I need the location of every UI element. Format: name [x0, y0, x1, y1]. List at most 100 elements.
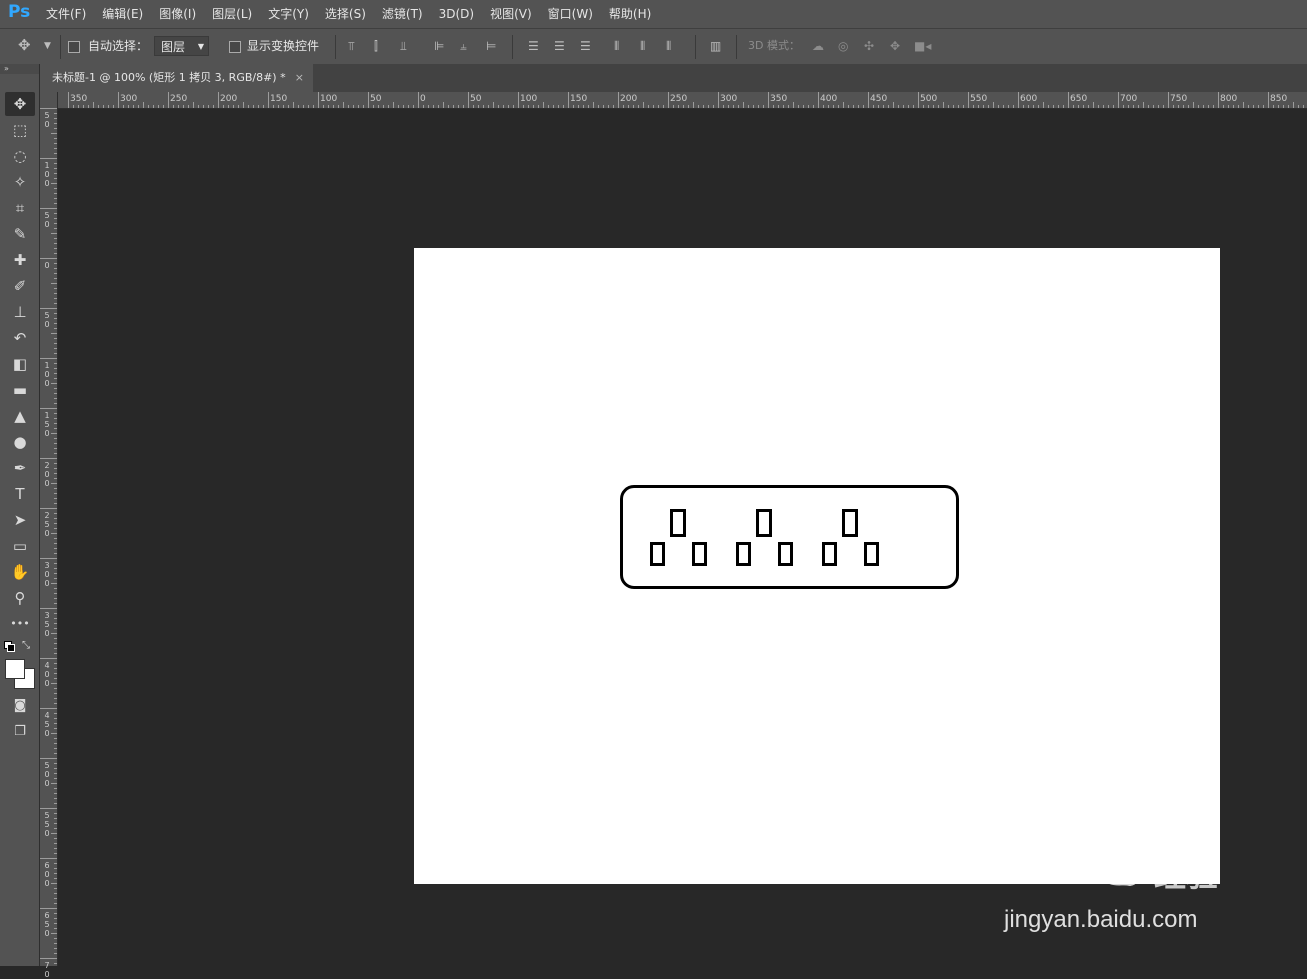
ruler-tick: [738, 105, 739, 108]
menu-item[interactable]: 编辑(E): [102, 0, 151, 28]
3d-roll-icon[interactable]: ◎: [838, 38, 848, 54]
marquee-tool-icon[interactable]: ⬚: [5, 118, 35, 142]
ruler-tick: [913, 105, 914, 108]
ruler-tick: [453, 105, 454, 108]
ruler-tick: [54, 793, 57, 794]
screen-mode-icon[interactable]: ❐: [5, 720, 35, 744]
move-tool-icon[interactable]: ✥: [5, 92, 35, 116]
ruler-tick: [163, 105, 164, 108]
lasso-tool-icon[interactable]: ◌: [5, 144, 35, 168]
panel-collapse-icon[interactable]: »: [0, 64, 39, 74]
menu-item[interactable]: 文字(Y): [268, 0, 317, 28]
distribute-right-icon[interactable]: ⦀: [666, 38, 671, 54]
align-left-icon[interactable]: ⊫: [434, 38, 444, 54]
dodge-tool-icon[interactable]: ●: [5, 430, 35, 454]
blur-tool-icon[interactable]: ▲: [5, 404, 35, 428]
ruler-tick: [54, 368, 57, 369]
ruler-label: 750: [1170, 94, 1188, 104]
history-brush-tool-icon[interactable]: ↶: [5, 326, 35, 350]
ruler-tick: [1263, 105, 1264, 108]
magic-wand-tool-icon[interactable]: ✧: [5, 170, 35, 194]
socket-slot[interactable]: [670, 509, 686, 537]
document-tab[interactable]: 未标题-1 @ 100% (矩形 1 拷贝 3, RGB/8#) * ×: [40, 64, 313, 92]
show-transform-checkbox[interactable]: [229, 37, 241, 55]
foreground-color-swatch[interactable]: [5, 659, 25, 679]
menu-item[interactable]: 图像(I): [159, 0, 204, 28]
pen-tool-icon[interactable]: ✒: [5, 456, 35, 480]
menu-item[interactable]: 窗口(W): [548, 0, 601, 28]
more-tools-icon[interactable]: •••: [5, 612, 35, 636]
socket-slot[interactable]: [736, 542, 751, 566]
crop-tool-icon[interactable]: ⌗: [5, 196, 35, 220]
quick-mask-icon[interactable]: ◙: [5, 694, 35, 718]
3d-pan-icon[interactable]: ✣: [864, 38, 874, 54]
brush-tool-icon[interactable]: ✐: [5, 274, 35, 298]
default-colors-icon[interactable]: [4, 641, 15, 652]
distribute-bottom-icon[interactable]: ☰: [580, 38, 591, 54]
ruler-tick: [1198, 105, 1199, 108]
ruler-tick: [383, 105, 384, 108]
socket-slot[interactable]: [822, 542, 837, 566]
ruler-tick: [103, 105, 104, 108]
socket-slot[interactable]: [692, 542, 707, 566]
ruler-tick: [788, 105, 789, 108]
socket-slot[interactable]: [756, 509, 772, 537]
zoom-tool-icon[interactable]: ⚲: [5, 586, 35, 610]
menu-item[interactable]: 3D(D): [439, 0, 482, 28]
close-icon[interactable]: ×: [295, 64, 304, 91]
ruler-label: 150: [570, 94, 588, 104]
menu-item[interactable]: 视图(V): [490, 0, 540, 28]
auto-align-icon[interactable]: ▥: [710, 38, 721, 54]
menu-item[interactable]: 帮助(H): [609, 0, 659, 28]
socket-slot[interactable]: [842, 509, 858, 537]
stamp-tool-icon[interactable]: ⊥: [5, 300, 35, 324]
eraser-tool-icon[interactable]: ◧: [5, 352, 35, 376]
document-canvas[interactable]: [414, 248, 1220, 884]
align-bottom-icon[interactable]: ⫫: [400, 38, 407, 54]
power-strip-shape[interactable]: [620, 485, 959, 589]
auto-select-dropdown[interactable]: 图层 ▼: [154, 36, 209, 56]
socket-slot[interactable]: [650, 542, 665, 566]
ruler-tick: [1013, 105, 1014, 108]
hand-tool-icon[interactable]: ✋: [5, 560, 35, 584]
distribute-hcenter-icon[interactable]: ⦀: [640, 38, 645, 54]
healing-brush-tool-icon[interactable]: ✚: [5, 248, 35, 272]
3d-slide-icon[interactable]: ✥: [890, 38, 900, 54]
ruler-tick: [51, 233, 57, 234]
ruler-tick: [54, 288, 57, 289]
distribute-vcenter-icon[interactable]: ☰: [554, 38, 565, 54]
ruler-label: 0: [44, 261, 50, 270]
type-tool-icon[interactable]: T: [5, 482, 35, 506]
ruler-tick: [54, 828, 57, 829]
3d-scale-icon[interactable]: ■◂: [914, 38, 931, 54]
align-vcenter-icon[interactable]: ⫿: [374, 38, 378, 54]
ruler-tick: [54, 548, 57, 549]
align-top-icon[interactable]: ⫪: [348, 38, 355, 54]
gradient-tool-icon[interactable]: ▬: [5, 378, 35, 402]
socket-slot[interactable]: [864, 542, 879, 566]
ruler-tick: [1018, 92, 1019, 108]
chevron-down-icon[interactable]: ▼: [44, 38, 51, 54]
distribute-left-icon[interactable]: ⦀: [614, 38, 619, 54]
align-hcenter-icon[interactable]: ⫨: [460, 38, 467, 54]
ruler-tick: [688, 105, 689, 108]
menu-item[interactable]: 图层(L): [212, 0, 260, 28]
eyedropper-tool-icon[interactable]: ✎: [5, 222, 35, 246]
move-icon[interactable]: ✥: [18, 37, 31, 53]
distribute-top-icon[interactable]: ☰: [528, 38, 539, 54]
rectangle-tool-icon[interactable]: ▭: [5, 534, 35, 558]
ruler-label: 300: [120, 94, 138, 104]
menu-item[interactable]: 选择(S): [325, 0, 374, 28]
path-selection-tool-icon[interactable]: ➤: [5, 508, 35, 532]
ruler-tick: [54, 638, 57, 639]
socket-slot[interactable]: [778, 542, 793, 566]
align-right-icon[interactable]: ⊨: [486, 38, 496, 54]
swap-colors-icon[interactable]: ⤡: [22, 640, 30, 651]
3d-orbit-icon[interactable]: ☁: [812, 38, 824, 54]
ruler-vertical[interactable]: 5 0 1 0 0 5 0 0 5 0 1 0 0 1 5 0 2 0 0 2 5 0 3 0 0…: [40, 92, 58, 979]
menu-item[interactable]: 滤镜(T): [382, 0, 431, 28]
auto-select-checkbox[interactable]: [68, 37, 80, 55]
ruler-tick: [54, 268, 57, 269]
menu-item[interactable]: 文件(F): [46, 0, 94, 28]
ruler-horizontal[interactable]: 350 300 250 200 150 100 50 0 50 100 150 200 250 300 35…: [40, 92, 1307, 109]
